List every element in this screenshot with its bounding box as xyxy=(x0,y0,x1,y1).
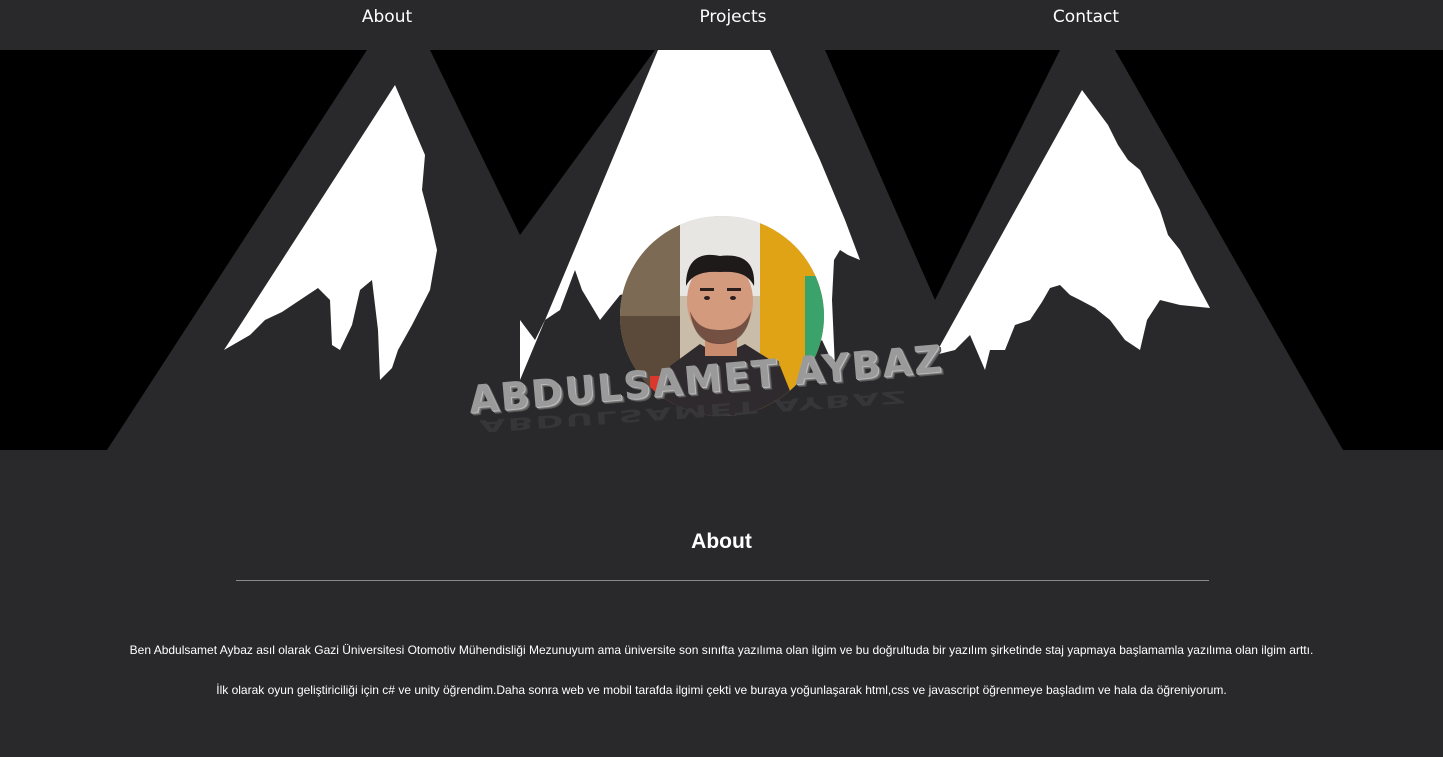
nav-link-projects[interactable]: Projects xyxy=(699,7,766,27)
top-navigation: About Projects Contact xyxy=(0,0,1443,50)
about-paragraph-1: Ben Abdulsamet Aybaz asıl olarak Gazi Ün… xyxy=(129,643,1314,657)
section-divider xyxy=(236,580,1209,581)
nav-link-about[interactable]: About xyxy=(362,7,412,27)
nav-link-contact[interactable]: Contact xyxy=(1053,7,1119,27)
about-paragraph-2: İlk olarak oyun geliştiriciliği için c# … xyxy=(216,683,1227,697)
about-heading: About xyxy=(691,530,752,553)
